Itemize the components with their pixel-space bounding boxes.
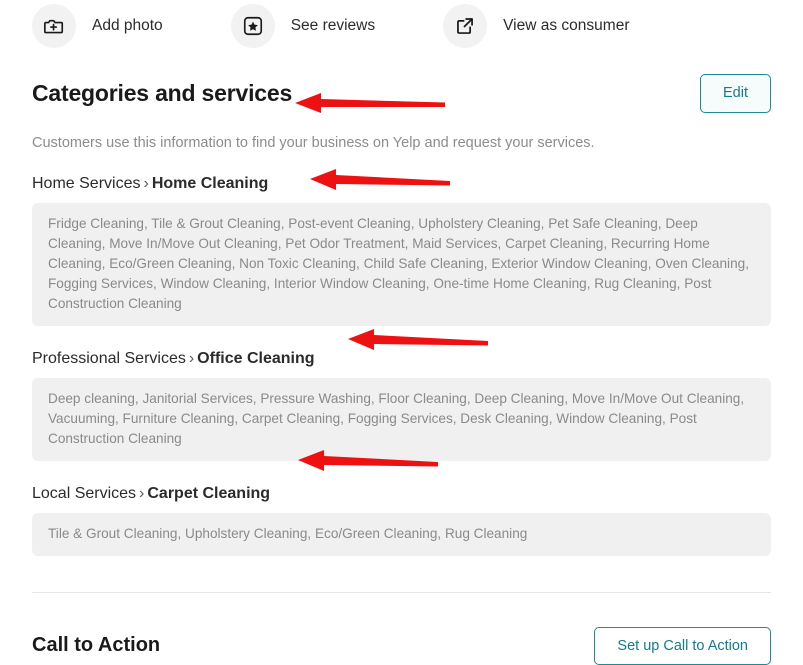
services-list-office-cleaning: Deep cleaning, Janitorial Services, Pres… <box>32 378 771 461</box>
category-name-label: Home Cleaning <box>152 175 268 192</box>
services-list-carpet-cleaning: Tile & Grout Cleaning, Upholstery Cleani… <box>32 513 771 556</box>
add-photo-action[interactable]: Add photo <box>32 4 163 48</box>
category-parent-label: Home Services <box>32 175 140 192</box>
view-as-consumer-label: View as consumer <box>503 17 629 35</box>
breadcrumb-separator-icon: › <box>186 350 197 367</box>
external-link-icon <box>443 4 487 48</box>
categories-section-description: Customers use this information to find y… <box>32 135 771 151</box>
call-to-action-title: Call to Action <box>32 634 160 657</box>
breadcrumb-separator-icon: › <box>136 485 147 502</box>
section-divider <box>32 592 771 593</box>
page-title: Categories and services <box>32 80 292 107</box>
categories-section-header: Categories and services Edit <box>32 74 771 113</box>
category-heading-carpet-cleaning: Local Services›Carpet Cleaning <box>32 485 771 503</box>
edit-button[interactable]: Edit <box>700 74 771 113</box>
category-heading-office-cleaning: Professional Services›Office Cleaning <box>32 350 771 368</box>
breadcrumb-separator-icon: › <box>140 175 151 192</box>
category-name-label: Carpet Cleaning <box>147 485 270 502</box>
quick-actions-bar: Add photo See reviews View as consumer <box>0 2 803 50</box>
star-square-icon <box>231 4 275 48</box>
services-list-home-cleaning: Fridge Cleaning, Tile & Grout Cleaning, … <box>32 203 771 326</box>
main-content: Categories and services Edit Customers u… <box>0 74 803 665</box>
see-reviews-label: See reviews <box>291 17 375 35</box>
set-up-call-to-action-button[interactable]: Set up Call to Action <box>594 627 771 665</box>
category-parent-label: Professional Services <box>32 350 186 367</box>
camera-plus-icon <box>32 4 76 48</box>
category-name-label: Office Cleaning <box>197 350 314 367</box>
category-heading-home-cleaning: Home Services›Home Cleaning <box>32 175 771 193</box>
see-reviews-action[interactable]: See reviews <box>231 4 375 48</box>
view-as-consumer-action[interactable]: View as consumer <box>443 4 629 48</box>
category-parent-label: Local Services <box>32 485 136 502</box>
call-to-action-section: Call to Action Set up Call to Action <box>32 627 771 665</box>
add-photo-label: Add photo <box>92 17 163 35</box>
